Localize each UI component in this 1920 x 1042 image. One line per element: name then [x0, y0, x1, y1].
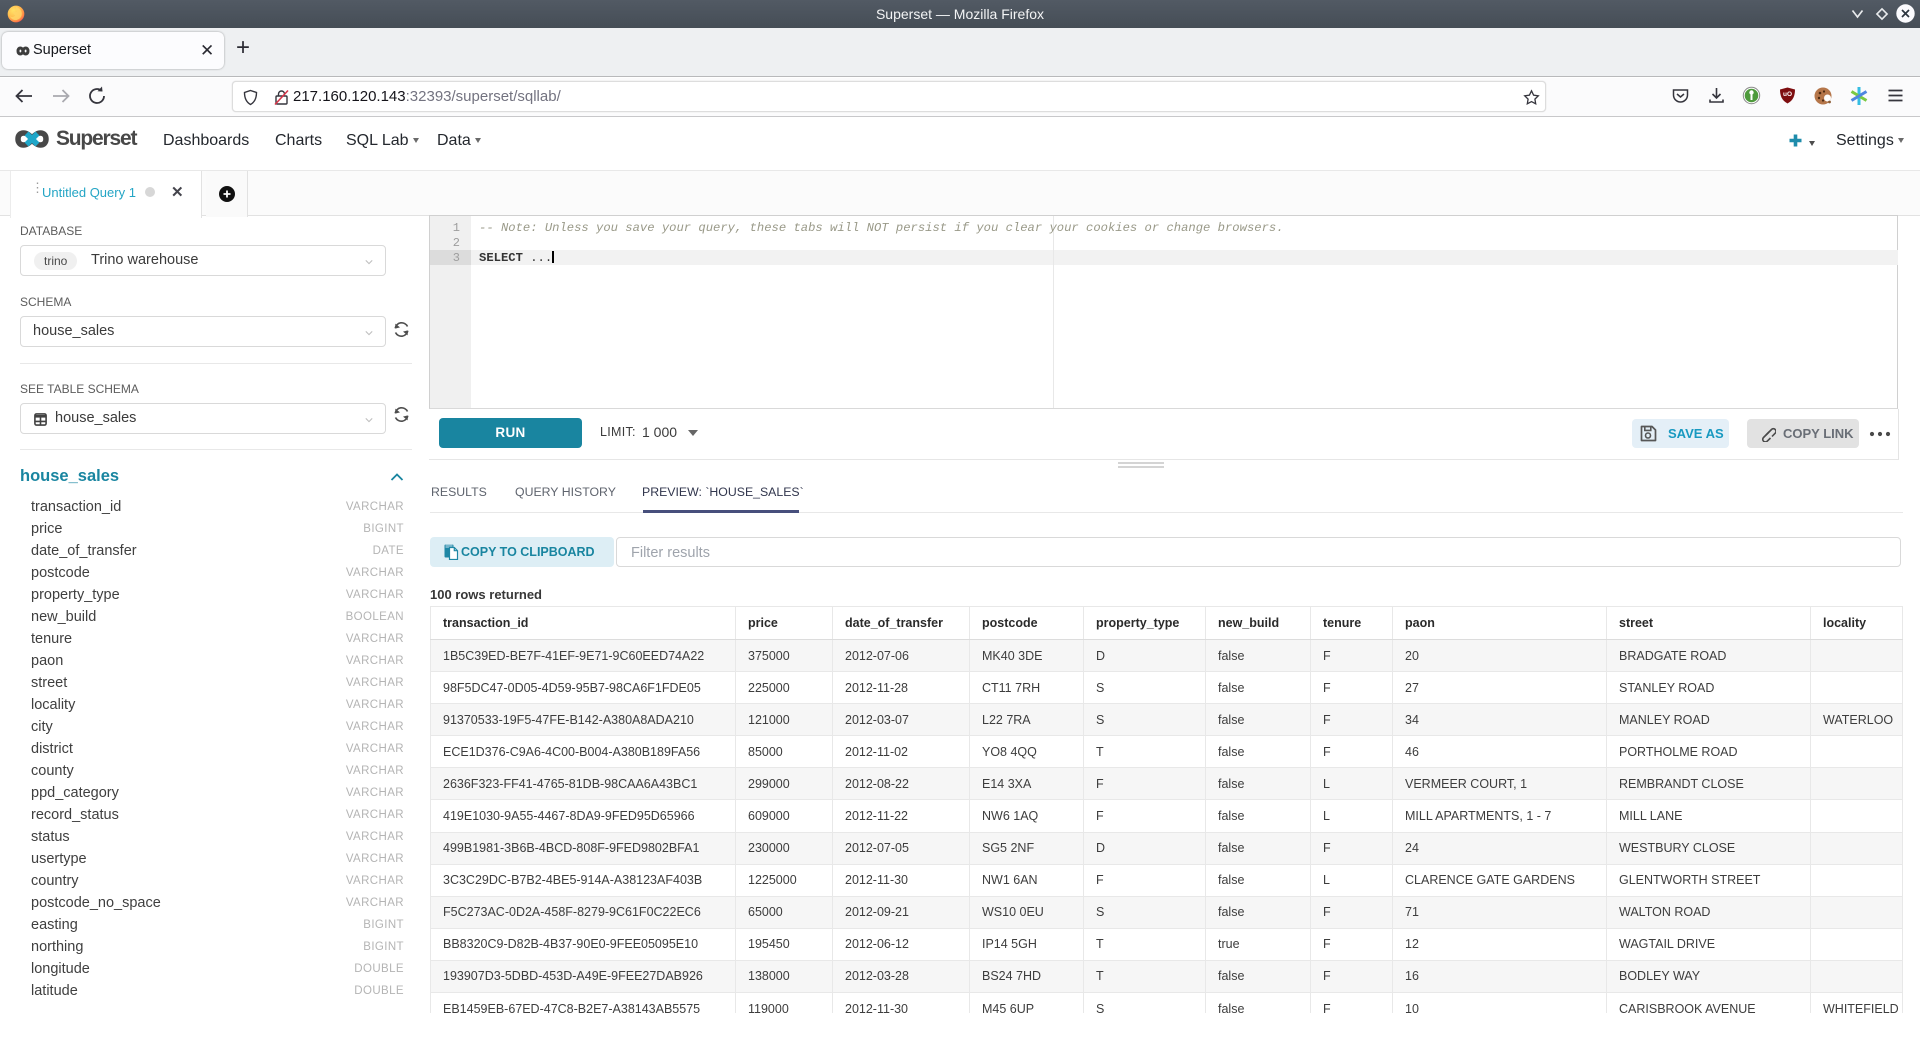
svg-text:uO: uO: [1783, 91, 1792, 98]
